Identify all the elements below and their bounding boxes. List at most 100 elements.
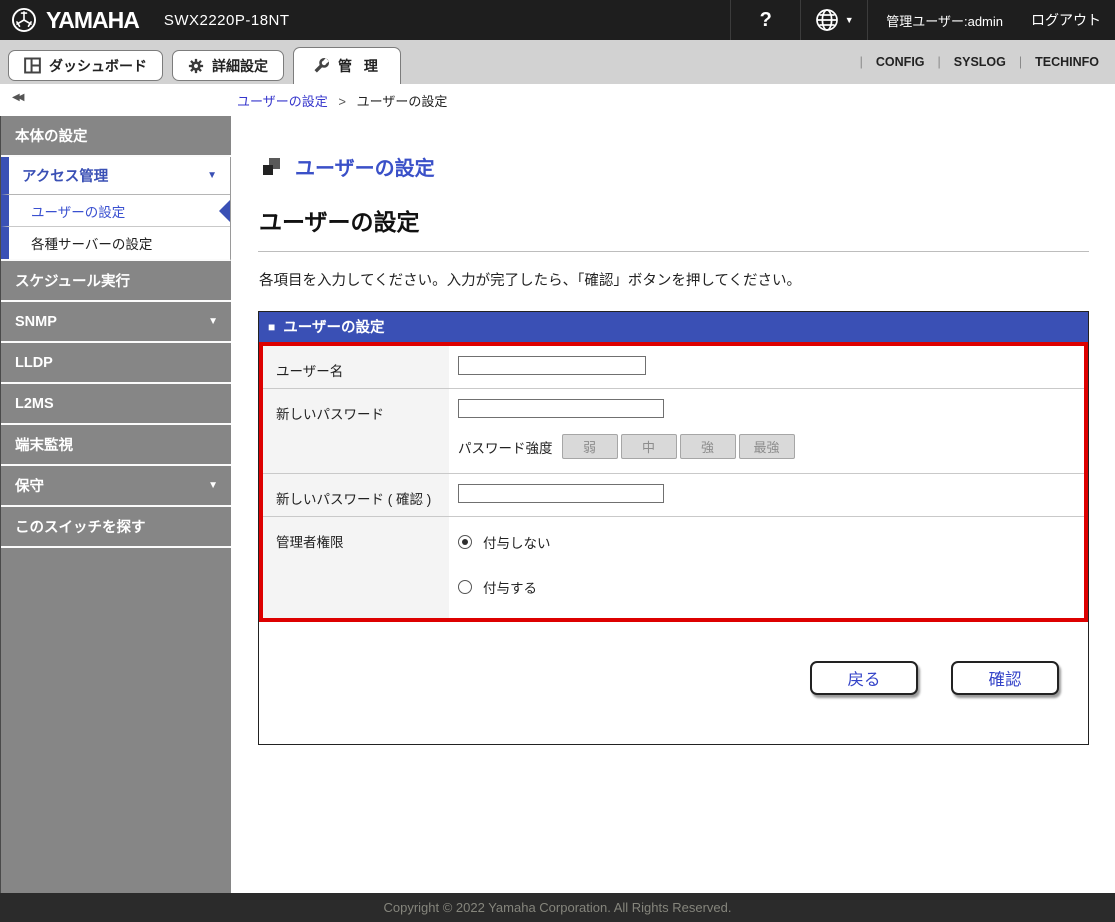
user-settings-panel: ■ ユーザーの設定 ユーザー名 新しいパスワード パスワード強度 — [258, 311, 1089, 745]
strength-label: パスワード強度 — [458, 437, 553, 457]
brand: YAMAHA SWX2220P-18NT — [0, 0, 290, 40]
chevron-down-icon: ▼ — [207, 170, 217, 181]
sidebar-item-label: LLDP — [15, 355, 53, 371]
breadcrumb-current: ユーザーの設定 — [357, 94, 448, 109]
syslog-link[interactable]: SYSLOG — [954, 55, 1006, 69]
link-divider: | — [860, 55, 863, 69]
strength-level-strong: 強 — [680, 434, 736, 459]
utility-links: | CONFIG | SYSLOG | TECHINFO — [847, 55, 1115, 69]
tab-advanced-settings[interactable]: 詳細設定 — [172, 50, 284, 81]
chevron-down-icon: ▼ — [208, 316, 218, 327]
sidebar-item-lldp[interactable]: LLDP — [1, 343, 231, 384]
brand-name: YAMAHA — [46, 7, 139, 34]
globe-icon — [815, 8, 839, 32]
sidebar-item-label: SNMP — [15, 314, 57, 330]
link-divider: | — [1019, 55, 1022, 69]
language-button[interactable]: ▼ — [801, 0, 867, 40]
password-strength-meter: パスワード強度 弱 中 強 最強 — [458, 434, 1074, 459]
tab-dashboard[interactable]: ダッシュボード — [8, 50, 163, 81]
wrench-icon — [312, 57, 330, 75]
tab-management-label: 管 理 — [338, 56, 382, 76]
config-link[interactable]: CONFIG — [876, 55, 925, 69]
sidebar-collapse-icon[interactable]: ◀◀ — [12, 92, 21, 103]
sidebar-item-label: L2MS — [15, 396, 54, 412]
sidebar-item-l2ms[interactable]: L2MS — [1, 384, 231, 425]
copyright-text: Copyright © 2022 Yamaha Corporation. All… — [383, 900, 731, 915]
radio-selected-icon — [458, 535, 472, 549]
chevron-down-icon: ▼ — [208, 480, 218, 491]
form-row-confirm-password: 新しいパスワード ( 確認 ) — [263, 474, 1084, 517]
techinfo-link[interactable]: TECHINFO — [1035, 55, 1099, 69]
new-password-label: 新しいパスワード — [263, 389, 449, 473]
sidebar-item-schedule[interactable]: スケジュール実行 — [1, 261, 231, 302]
device-model: SWX2220P-18NT — [164, 12, 290, 29]
title-divider — [258, 251, 1089, 252]
strength-level-medium: 中 — [621, 434, 677, 459]
gear-icon — [188, 58, 204, 74]
confirm-password-label: 新しいパスワード ( 確認 ) — [263, 474, 449, 516]
sidebar-item-label: アクセス管理 — [22, 165, 108, 186]
page-title: ユーザーの設定 — [259, 203, 1115, 237]
breadcrumb: ユーザーの設定 > ユーザーの設定 — [0, 91, 447, 110]
panel-actions: 戻る 確認 — [259, 622, 1088, 744]
sidebar-item-user-settings[interactable]: ユーザーの設定 — [1, 195, 230, 227]
tab-dashboard-label: ダッシュボード — [49, 56, 147, 76]
breadcrumb-parent-link[interactable]: ユーザーの設定 — [237, 94, 328, 109]
radio-option-grant[interactable]: 付与する — [458, 577, 1074, 597]
username-label: ユーザー名 — [263, 346, 449, 388]
sidebar-item-access-management[interactable]: アクセス管理 ▼ — [1, 157, 230, 195]
tab-bar: ダッシュボード 詳細設定 — [0, 40, 1115, 84]
confirm-password-input[interactable] — [458, 484, 664, 503]
sidebar-item-label: 端末監視 — [15, 434, 73, 455]
radio-label: 付与する — [483, 577, 537, 597]
form-row-admin-privilege: 管理者権限 付与しない 付与する — [263, 517, 1084, 618]
sidebar-item-maintenance[interactable]: 保守 ▼ — [1, 466, 231, 507]
header-controls: ? ▼ 管理ユーザー:admin ログアウト — [730, 0, 1115, 40]
form-highlight-box: ユーザー名 新しいパスワード パスワード強度 弱 中 強 — [259, 342, 1088, 622]
active-item-arrow-icon — [219, 200, 230, 222]
sidebar-item-label: このスイッチを探す — [15, 516, 146, 537]
new-password-input[interactable] — [458, 399, 664, 418]
sidebar-item-label: 本体の設定 — [15, 125, 88, 146]
sidebar-item-snmp[interactable]: SNMP ▼ — [1, 302, 231, 343]
radio-label: 付与しない — [483, 532, 551, 552]
back-button[interactable]: 戻る — [810, 661, 918, 695]
radio-unselected-icon — [458, 580, 472, 594]
admin-privilege-label: 管理者権限 — [263, 517, 449, 618]
strength-level-weak: 弱 — [562, 434, 618, 459]
section-title: ユーザーの設定 — [295, 152, 435, 181]
top-header: YAMAHA SWX2220P-18NT ? ▼ 管理ユーザー:admin ログ… — [0, 0, 1115, 40]
yamaha-logo-icon — [11, 7, 37, 33]
sidebar-item-label: ユーザーの設定 — [31, 201, 125, 221]
chevron-down-icon: ▼ — [845, 15, 854, 25]
footer: Copyright © 2022 Yamaha Corporation. All… — [0, 893, 1115, 922]
instruction-text: 各項目を入力してください。入力が完了したら、「確認」ボタンを押してください。 — [259, 269, 1115, 290]
panel-title: ユーザーの設定 — [283, 316, 384, 337]
logout-button[interactable]: ログアウト — [1017, 0, 1115, 40]
breadcrumb-separator: > — [338, 94, 346, 109]
radio-option-no-grant[interactable]: 付与しない — [458, 532, 1074, 552]
section-heading: ユーザーの設定 — [263, 152, 1115, 181]
link-divider: | — [938, 55, 941, 69]
sidebar-item-find-switch[interactable]: このスイッチを探す — [1, 507, 231, 548]
section-squares-icon — [263, 158, 280, 175]
strength-level-strongest: 最強 — [739, 434, 795, 459]
panel-header: ■ ユーザーの設定 — [259, 312, 1088, 342]
tab-management[interactable]: 管 理 — [293, 47, 401, 84]
sidebar-group-access-management: アクセス管理 ▼ ユーザーの設定 各種サーバーの設定 — [1, 157, 231, 261]
help-button[interactable]: ? — [731, 0, 800, 40]
username-input[interactable] — [458, 356, 646, 375]
admin-privilege-options: 付与しない 付与する — [458, 527, 1074, 609]
sidebar-item-terminal-monitor[interactable]: 端末監視 — [1, 425, 231, 466]
sidebar-item-label: 保守 — [15, 475, 44, 496]
confirm-button[interactable]: 確認 — [951, 661, 1059, 695]
sidebar-item-label: スケジュール実行 — [15, 270, 130, 291]
form-row-new-password: 新しいパスワード パスワード強度 弱 中 強 最強 — [263, 389, 1084, 474]
sidebar-item-server-settings[interactable]: 各種サーバーの設定 — [1, 227, 230, 259]
panel-bullet-icon: ■ — [268, 320, 275, 334]
sidebar-item-system-settings[interactable]: 本体の設定 — [1, 116, 231, 157]
form-row-username: ユーザー名 — [263, 346, 1084, 389]
sidebar-nav: 本体の設定 アクセス管理 ▼ ユーザーの設定 各種サーバーの設定 スケジュール実… — [0, 116, 231, 893]
breadcrumb-row: ◀◀ ユーザーの設定 > ユーザーの設定 — [0, 84, 1115, 116]
admin-user-label: 管理ユーザー:admin — [868, 0, 1017, 40]
